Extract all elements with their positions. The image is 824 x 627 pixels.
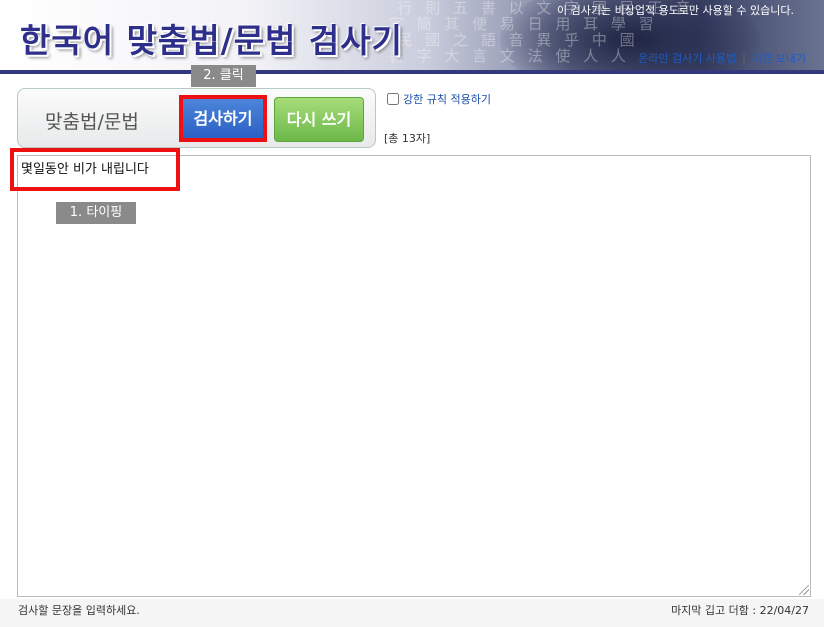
toolbar-title: 맞춤법/문법 — [45, 111, 139, 133]
strict-rules-label: 강한 규칙 적용하기 — [403, 93, 491, 106]
strict-rules-option[interactable]: 강한 규칙 적용하기 — [387, 91, 491, 107]
char-count: [총 13자] — [384, 132, 431, 145]
header-links: 온라인 검사기 사용법 | 의견 보내기 — [638, 50, 806, 66]
header-divider — [0, 70, 824, 74]
resize-grip-icon[interactable] — [799, 585, 809, 595]
rewrite-button[interactable]: 다시 쓰기 — [274, 97, 364, 142]
step1-label: 1. 타이핑 — [56, 202, 136, 224]
text-input-area[interactable]: 몇일동안 비가 내립니다 — [17, 155, 811, 597]
last-update-text: 마지막 깁고 더함 : 22/04/27 — [671, 604, 809, 617]
footer: 검사할 문장을 입력하세요. 마지막 깁고 더함 : 22/04/27 — [0, 599, 824, 627]
input-text: 몇일동안 비가 내립니다 — [21, 162, 149, 177]
step2-label: 2. 클릭 — [191, 65, 256, 87]
app-logo[interactable]: 한국어 맞춤법/문법 검사기 — [20, 14, 403, 62]
link-separator: | — [742, 52, 746, 65]
usage-guide-link[interactable]: 온라인 검사기 사용법 — [638, 52, 736, 65]
usage-notice: 이 검사기는 비상업적 용도로만 사용할 수 있습니다. — [557, 4, 794, 17]
check-button[interactable]: 검사하기 — [181, 97, 265, 140]
feedback-link[interactable]: 의견 보내기 — [752, 52, 806, 65]
header-banner: 行 則 五 書 以 文 字 國 民 正 音 字 簡 其 便 易 日 用 耳 學 … — [0, 0, 824, 70]
help-text: 검사할 문장을 입력하세요. — [18, 604, 140, 617]
strict-rules-checkbox[interactable] — [387, 93, 399, 105]
